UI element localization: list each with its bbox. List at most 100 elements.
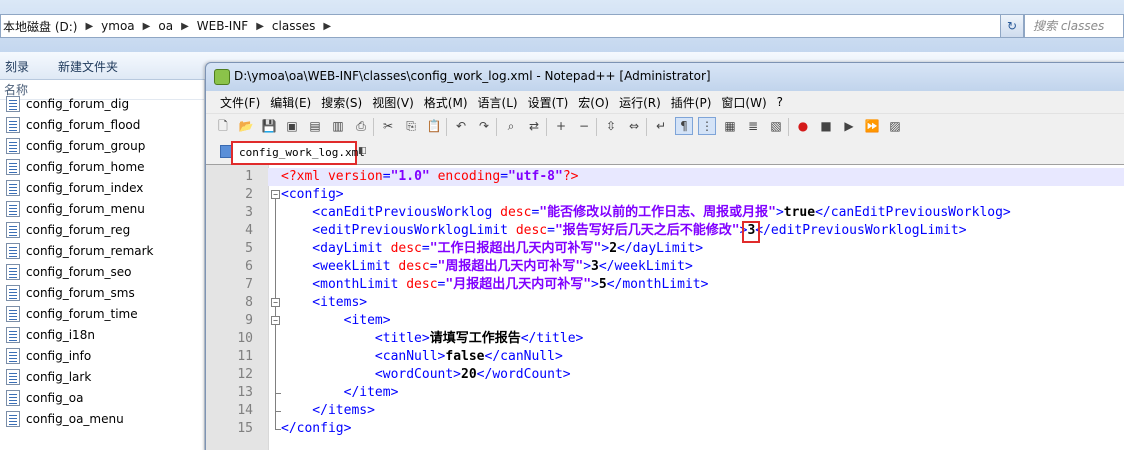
run-macro-multiple-icon[interactable]: ⏩ — [864, 118, 880, 134]
list-item[interactable]: config_forum_reg — [0, 219, 204, 240]
fold-toggle-icon[interactable]: − — [271, 298, 280, 307]
folder-workspace-icon[interactable]: ▧ — [768, 118, 784, 134]
menu-item[interactable]: 设置(T) — [523, 94, 574, 111]
list-item[interactable]: config_forum_home — [0, 156, 204, 177]
indent-guide-icon[interactable]: ⋮ — [698, 117, 716, 135]
save-macro-icon[interactable]: ▨ — [887, 118, 903, 134]
menu-item[interactable]: 运行(R) — [614, 94, 666, 111]
cut-icon[interactable]: ✂ — [380, 118, 396, 134]
fold-margin[interactable]: − − − — [268, 165, 282, 450]
list-item[interactable]: config_oa_menu — [0, 408, 204, 429]
list-item[interactable]: config_forum_time — [0, 303, 204, 324]
burn-button[interactable]: 刻录 — [5, 58, 29, 75]
code-line[interactable]: <canNull>false</canNull> — [281, 348, 563, 366]
list-item[interactable]: config_i18n — [0, 324, 204, 345]
menu-item[interactable]: 编辑(E) — [265, 94, 316, 111]
tab-config-work-log[interactable]: config_work_log.xml — [231, 141, 365, 165]
paste-icon[interactable]: 📋 — [426, 118, 442, 134]
breadcrumb-item-classes[interactable]: classes — [270, 19, 317, 33]
list-item[interactable]: config_lark — [0, 366, 204, 387]
doc-map-icon[interactable]: ▦ — [722, 118, 738, 134]
list-item[interactable]: config_info — [0, 345, 204, 366]
fold-toggle-icon[interactable]: − — [271, 316, 280, 325]
sync-vertical-icon[interactable]: ⇳ — [603, 118, 619, 134]
notepadpp-app-icon[interactable] — [214, 69, 230, 85]
code-line[interactable]: <canEditPreviousWorklog desc="能否修改以前的工作日… — [281, 204, 1010, 222]
breadcrumb-separator-icon[interactable]: ▶ — [137, 21, 157, 32]
breadcrumb-item-oa[interactable]: oa — [156, 19, 175, 33]
open-file-icon[interactable]: 📂 — [238, 118, 254, 134]
code-line[interactable]: <config> — [281, 186, 344, 204]
code-line[interactable]: </config> — [281, 420, 351, 438]
find-icon[interactable]: ⌕ — [503, 118, 519, 134]
replace-icon[interactable]: ⇄ — [526, 118, 542, 134]
code-line[interactable]: <weekLimit desc="周报超出几天内可补写">3</weekLimi… — [281, 258, 692, 276]
file-name: config_forum_group — [26, 138, 146, 153]
code-line[interactable]: <item> — [281, 312, 391, 330]
save-icon[interactable]: 💾 — [261, 118, 277, 134]
list-item[interactable]: config_forum_remark — [0, 240, 204, 261]
sync-horizontal-icon[interactable]: ⇔ — [626, 118, 642, 134]
code-line[interactable]: <editPreviousWorklogLimit desc="报告写好后几天之… — [281, 222, 966, 240]
breadcrumb-item-web-inf[interactable]: WEB-INF — [195, 19, 250, 33]
code-line[interactable]: <monthLimit desc="月报超出几天内可补写">5</monthLi… — [281, 276, 708, 294]
print-icon[interactable]: ⎙ — [353, 118, 369, 134]
list-item[interactable]: config_forum_index — [0, 177, 204, 198]
show-all-chars-icon[interactable]: ¶ — [675, 117, 693, 135]
code-line[interactable]: <?xml version="1.0" encoding="utf-8"?> — [281, 168, 578, 186]
undo-icon[interactable]: ↶ — [453, 118, 469, 134]
code-editor[interactable]: 1 2 3 4 5 6 7 8 9 10 11 12 13 14 15 − − − <?xml version=… — [206, 165, 1124, 450]
breadcrumb[interactable]: 本地磁盘 (D:) ▶ ymoa ▶ oa ▶ WEB-INF ▶ classe… — [0, 14, 1017, 38]
menu-item[interactable]: 窗口(W) — [716, 94, 771, 111]
zoom-out-icon[interactable]: − — [576, 118, 592, 134]
breadcrumb-separator-icon[interactable]: ▶ — [317, 21, 337, 32]
menu-item[interactable]: 宏(O) — [573, 94, 614, 111]
list-item[interactable]: config_forum_flood — [0, 114, 204, 135]
search-input[interactable]: 搜索 classes — [1024, 14, 1124, 38]
tab-close-icon[interactable]: ◧ — [358, 146, 368, 157]
menu-item[interactable]: 语言(L) — [473, 94, 523, 111]
function-list-icon[interactable]: ≣ — [745, 118, 761, 134]
code-line[interactable]: <wordCount>20</wordCount> — [281, 366, 571, 384]
stop-macro-icon[interactable]: ■ — [818, 118, 834, 134]
menu-item[interactable]: 视图(V) — [367, 94, 419, 111]
list-item[interactable]: config_forum_seo — [0, 261, 204, 282]
copy-icon[interactable]: ⎘ — [403, 118, 419, 134]
new-file-icon[interactable]: 🗋 — [215, 118, 231, 134]
close-icon[interactable]: ▤ — [307, 118, 323, 134]
record-macro-icon[interactable]: ● — [795, 118, 811, 134]
breadcrumb-separator-icon[interactable]: ▶ — [250, 21, 270, 32]
list-item[interactable]: config_oa — [0, 387, 204, 408]
code-line[interactable]: <items> — [281, 294, 367, 312]
menu-item[interactable]: 搜索(S) — [316, 94, 367, 111]
menu-item[interactable]: 插件(P) — [666, 94, 717, 111]
code-line[interactable]: </item> — [281, 384, 399, 402]
new-folder-button[interactable]: 新建文件夹 — [58, 58, 118, 75]
list-item[interactable]: config_forum_group — [0, 135, 204, 156]
breadcrumb-item-drive[interactable]: 本地磁盘 (D:) — [1, 18, 79, 35]
zoom-in-icon[interactable]: + — [553, 118, 569, 134]
refresh-icon[interactable]: ↻ — [1000, 14, 1024, 38]
line-number: 4 — [245, 223, 253, 238]
breadcrumb-item-ymoa[interactable]: ymoa — [99, 19, 137, 33]
code-line[interactable]: <dayLimit desc="工作日报超出几天内可补写">2</dayLimi… — [281, 240, 703, 258]
list-item[interactable]: config_forum_dig — [0, 93, 204, 114]
save-all-icon[interactable]: ▣ — [284, 118, 300, 134]
play-macro-icon[interactable]: ▶ — [841, 118, 857, 134]
list-item[interactable]: config_forum_menu — [0, 198, 204, 219]
breadcrumb-separator-icon[interactable]: ▶ — [175, 21, 195, 32]
breadcrumb-separator-icon[interactable]: ▶ — [79, 21, 99, 32]
line-number: 1 — [245, 169, 253, 184]
menu-item[interactable]: ? — [772, 95, 788, 109]
redo-icon[interactable]: ↷ — [476, 118, 492, 134]
window-title-bar[interactable]: D:\ymoa\oa\WEB-INF\classes\config_work_l… — [206, 63, 1124, 91]
fold-toggle-icon[interactable]: − — [271, 190, 280, 199]
list-item[interactable]: config_forum_sms — [0, 282, 204, 303]
code-line[interactable]: </items> — [281, 402, 375, 420]
word-wrap-icon[interactable]: ↵ — [653, 118, 669, 134]
menu-item[interactable]: 格式(M) — [419, 94, 473, 111]
menu-item[interactable]: 文件(F) — [215, 94, 265, 111]
code-token-pi: ?> — [562, 169, 579, 184]
code-line[interactable]: <title>请填写工作报告</title> — [281, 330, 583, 348]
close-all-icon[interactable]: ▥ — [330, 118, 346, 134]
